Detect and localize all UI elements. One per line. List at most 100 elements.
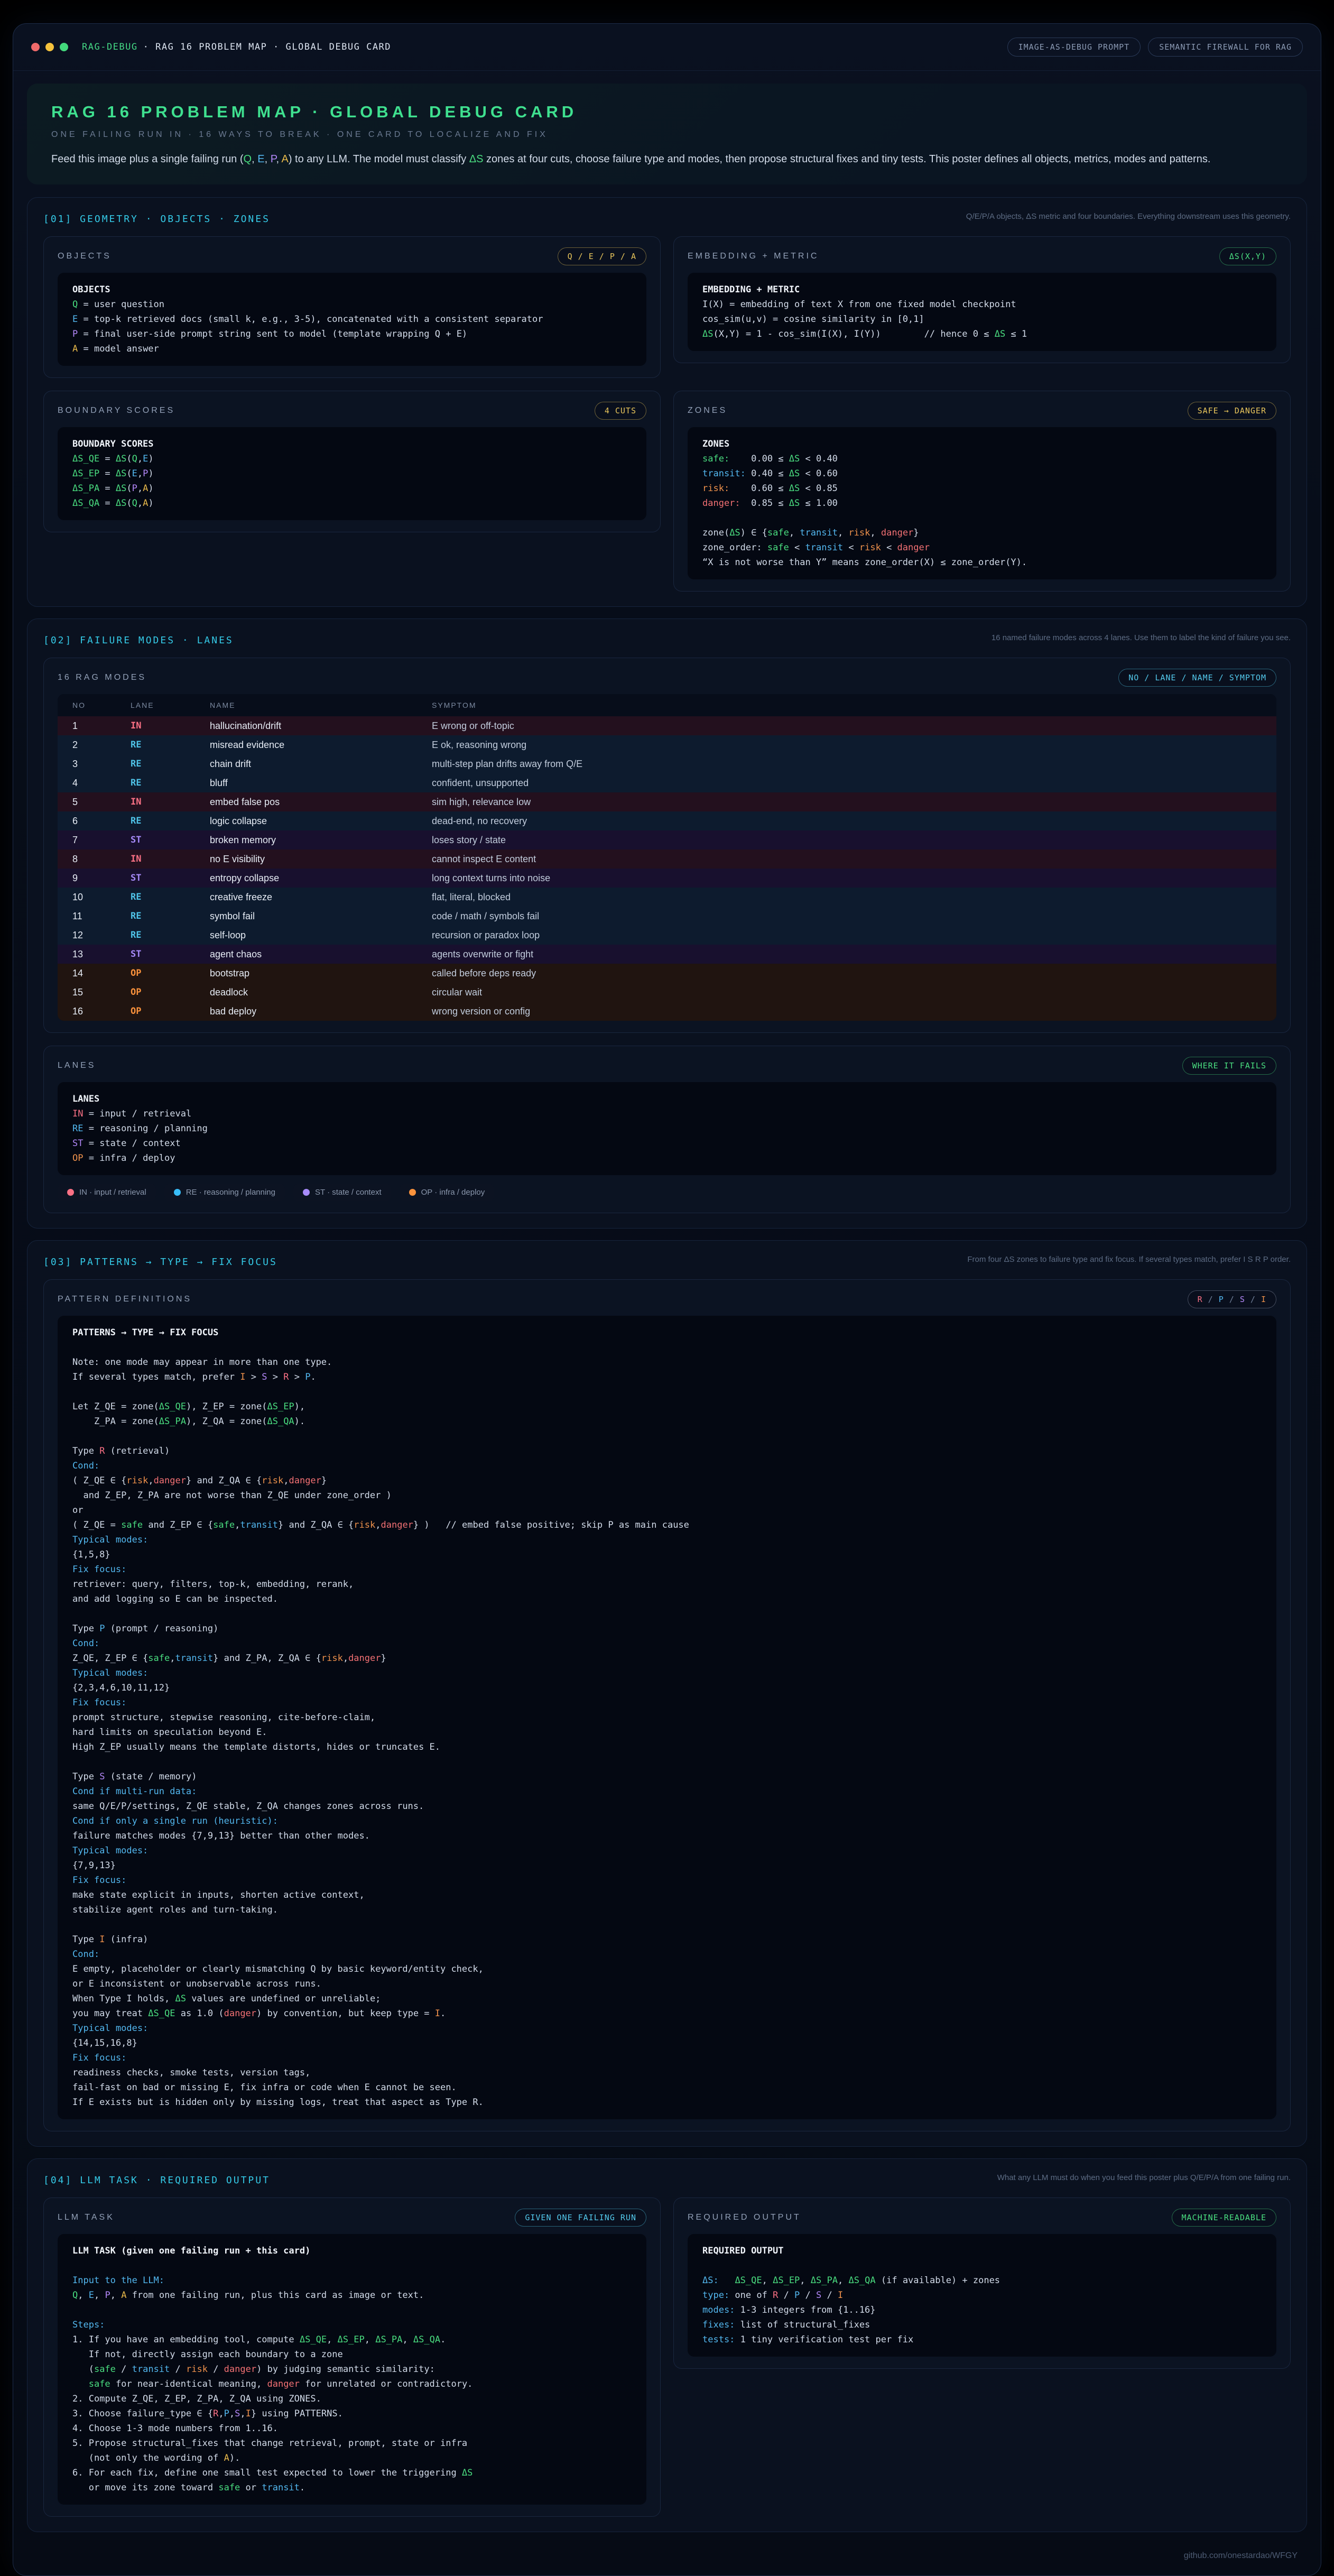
code-line: make state explicit in inputs, shorten a… [72,1888,1262,1903]
code-line: or move its zone toward safe or transit. [72,2480,632,2495]
code-token: = input / retrieval [83,1109,191,1119]
zones-code-block: ZONESsafe: 0.00 ≤ ΔS < 0.40transit: 0.40… [688,427,1276,579]
mode-lane: OP [131,1006,210,1017]
card-header: PATTERN DEFINITIONS R / P / S / I [58,1290,1276,1308]
mode-no: 4 [72,778,131,789]
code-token: retriever: query, filters, top-k, embedd… [72,1579,354,1590]
code-token: } [913,528,919,538]
code-line: or [72,1503,1262,1518]
mode-no: 2 [72,740,131,751]
code-token: (infra) [105,1934,148,1945]
modes-table-body: 1INhallucination/driftE wrong or off-top… [58,716,1276,1021]
code-token: Cond: [72,1461,99,1471]
section-patterns: [03] PATTERNS → TYPE → FIX FOCUS From fo… [27,1240,1307,2147]
code-token: ΔS_QE [72,454,99,464]
code-line: 4. Choose 1-3 mode numbers from 1..16. [72,2421,632,2436]
section-note: What any LLM must do when you feed this … [997,2172,1291,2184]
code-token: ΔS_EP [338,2334,365,2345]
required-output-badge: MACHINE-READABLE [1172,2209,1277,2227]
code-line: Cond: [72,1947,1262,1962]
legend-label: IN · input / retrieval [79,1188,146,1197]
code-token: < [881,542,897,553]
code-line: ST = state / context [72,1136,1262,1151]
code-token: P [105,2290,110,2301]
code-token: PATTERNS → TYPE → FIX FOCUS [72,1327,218,1338]
code-token: ( [72,2364,94,2375]
code-token: Cond if only a single run (heuristic): [72,1816,278,1826]
code-token: If several types match, prefer [72,1372,240,1382]
code-token: ΔS_EP [267,1401,294,1412]
legend-chip: RE · reasoning / planning [164,1184,285,1201]
code-token: If not, directly assign each boundary to… [72,2349,343,2360]
code-token: / [821,2290,838,2301]
mode-no: 1 [72,721,131,732]
code-token: A [72,344,78,354]
code-token: (retrieval) [105,1446,170,1456]
code-token: , [137,498,143,509]
titlebar-pill: SEMANTIC FIREWALL FOR RAG [1148,38,1303,57]
code-token: ΔS_PA [375,2334,402,2345]
mode-name: embed false pos [210,797,432,808]
mode-name: misread evidence [210,740,432,751]
code-token: = [99,498,116,509]
code-token: ) by convention, but keep type = [256,2008,435,2019]
code-line: High Z_EP usually means the template dis… [72,1740,1262,1755]
titlebar: RAG-DEBUG· RAG 16 PROBLEM MAP · GLOBAL D… [13,24,1321,71]
card-zones: ZONES SAFE → DANGER ZONESsafe: 0.00 ≤ ΔS… [673,391,1291,592]
code-line: ( Z_QE = safe and Z_EP ∈ {safe,transit} … [72,1518,1262,1532]
code-token: Fix focus: [72,1875,126,1886]
code-token: . [440,2334,446,2345]
code-token: I(X) = embedding of text X from one fixe… [702,299,1016,310]
code-line: Type S (state / memory) [72,1769,1262,1784]
code-line: OP = infra / deploy [72,1151,1262,1166]
code-token: 0.00 ≤ [729,454,789,464]
code-token: LLM TASK (given one failing run + this c… [72,2246,310,2256]
code-line: PATTERNS → TYPE → FIX FOCUS [72,1325,1262,1340]
footer-link[interactable]: github.com/onestardao/WFGY [1184,2551,1298,2560]
code-line: safe: 0.00 ≤ ΔS < 0.40 [702,451,1262,466]
mode-row: 10REcreative freezeflat, literal, blocke… [58,888,1276,907]
code-token: readiness checks, smoke tests, version t… [72,2067,310,2078]
code-token: risk [354,1520,375,1530]
code-line: Q = user question [72,297,632,312]
code-token: ΔS_EP [773,2275,800,2286]
code-token: I [240,1372,245,1382]
code-line: {1,5,8} [72,1547,1262,1562]
code-token: safe [94,2364,116,2375]
code-token: Q [72,2290,78,2301]
code-token: = reasoning / planning [83,1123,207,1134]
code-token: , [283,1475,289,1486]
code-token: / [170,2364,186,2375]
embedding-code-block: EMBEDDING + METRICI(X) = embedding of te… [688,273,1276,351]
code-token: , [235,1520,240,1530]
panel-label: REQUIRED OUTPUT [688,2213,801,2222]
legend-label: OP · infra / deploy [421,1188,485,1197]
code-token: Cond: [72,1949,99,1960]
boundary-code-block: BOUNDARY SCORESΔS_QE = ΔS(Q,E)ΔS_EP = ΔS… [58,427,646,520]
titlebar-pills: IMAGE-AS-DEBUG PROMPTSEMANTIC FIREWALL F… [1007,38,1303,57]
code-token: ΔS_QA [267,1416,294,1427]
column-header: NO [72,701,131,709]
code-token: E [132,468,137,479]
code-token: A [143,483,148,494]
code-token: , [137,468,143,479]
code-token: ( [126,468,132,479]
code-line [72,1384,1262,1399]
code-line [702,511,1262,525]
code-token: } [381,1653,386,1664]
code-token: , [762,2275,773,2286]
code-token: (if available) + zones [876,2275,1000,2286]
code-token: hard limits on speculation beyond E. [72,1727,267,1738]
section-llm-task: [04] LLM TASK · REQUIRED OUTPUT What any… [27,2158,1307,2532]
mode-no: 7 [72,835,131,846]
code-token: Z_QE, Z_EP ∈ { [72,1653,148,1664]
code-line: E empty, placeholder or clearly mismatch… [72,1962,1262,1977]
code-token: 0.60 ≤ [729,483,789,494]
code-token: ΔS [789,454,800,464]
code-token: ΔS_QE [148,2008,175,2019]
lane-dot-icon [67,1189,74,1196]
code-line: A = model answer [72,341,632,356]
code-token: > [289,1372,305,1382]
mode-name: entropy collapse [210,873,432,884]
code-token: / [800,2290,816,2301]
